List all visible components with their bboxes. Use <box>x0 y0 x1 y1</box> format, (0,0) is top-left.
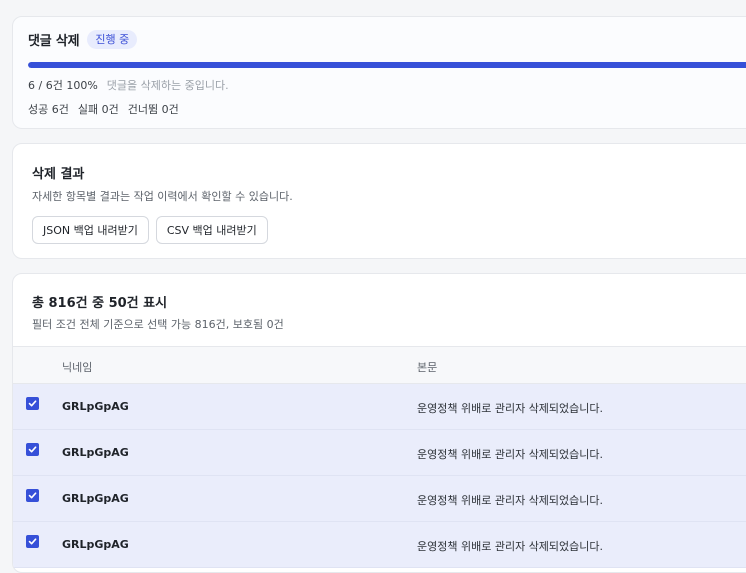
table-description: 필터 조건 전체 기준으로 선택 가능 816건, 보호됨 0건 <box>32 318 284 331</box>
table-title: 총 816건 중 50건 표시 <box>32 296 168 311</box>
row-nickname: GRLpGpAG <box>62 446 129 459</box>
progress-title: 댓글 삭제 <box>28 34 80 49</box>
failure-count: 실패 0건 <box>77 103 119 116</box>
download-buttons: JSON 백업 내려받기 CSV 백업 내려받기 <box>32 216 268 244</box>
row-nickname: GRLpGpAG <box>62 538 129 551</box>
row-nickname: GRLpGpAG <box>62 492 129 505</box>
success-count: 성공 6건 <box>28 103 69 116</box>
table-row[interactable]: GRLpGpAG 운영정책 위배로 관리자 삭제되었습니다. <box>13 476 746 522</box>
row-body: 운영정책 위배로 관리자 삭제되었습니다. <box>417 540 604 553</box>
table-row[interactable]: GRLpGpAG 운영정책 위배로 관리자 삭제되었습니다. <box>13 384 746 430</box>
row-body: 운영정책 위배로 관리자 삭제되었습니다. <box>417 494 604 507</box>
delete-progress-card: 댓글 삭제 진행 중 6 / 6건 100% 댓글을 삭제하는 중입니다. 성공… <box>12 16 746 129</box>
progress-bar <box>28 62 746 68</box>
table-row[interactable]: GRLpGpAG 운영정책 위배로 관리자 삭제되었습니다. <box>13 522 746 568</box>
row-body: 운영정책 위배로 관리자 삭제되었습니다. <box>417 402 604 415</box>
progress-bar-fill <box>28 62 746 68</box>
row-body: 운영정책 위배로 관리자 삭제되었습니다. <box>417 448 604 461</box>
table-row[interactable]: GRLpGpAG 운영정책 위배로 관리자 삭제되었습니다. <box>13 430 746 476</box>
progress-percent: 100% <box>66 79 98 92</box>
delete-result-card: 삭제 결과 자세한 항목별 결과는 작업 이력에서 확인할 수 있습니다. JS… <box>12 143 746 259</box>
progress-header: 댓글 삭제 진행 중 <box>28 30 138 49</box>
comment-table-card: 총 816건 중 50건 표시 필터 조건 전체 기준으로 선택 가능 816건… <box>12 273 746 573</box>
result-description: 자세한 항목별 결과는 작업 이력에서 확인할 수 있습니다. <box>32 190 293 203</box>
checkbox-checked-icon[interactable] <box>26 443 39 456</box>
csv-backup-download-button[interactable]: CSV 백업 내려받기 <box>155 216 268 244</box>
result-title: 삭제 결과 <box>32 167 85 182</box>
progress-counts: 성공 6건 실패 0건 건너뜀 0건 <box>28 101 179 117</box>
checkbox-checked-icon[interactable] <box>26 535 39 548</box>
table-header: 닉네임 본문 <box>13 346 746 384</box>
json-backup-download-button[interactable]: JSON 백업 내려받기 <box>32 216 149 244</box>
checkbox-checked-icon[interactable] <box>26 397 39 410</box>
progress-status-text: 댓글을 삭제하는 중입니다. <box>106 79 229 92</box>
table-body: GRLpGpAG 운영정책 위배로 관리자 삭제되었습니다. GRLpGpAG … <box>13 384 746 568</box>
column-header-nickname: 닉네임 <box>62 361 93 374</box>
checkbox-checked-icon[interactable] <box>26 489 39 502</box>
row-nickname: GRLpGpAG <box>62 400 129 413</box>
progress-stats: 6 / 6건 100% 댓글을 삭제하는 중입니다. <box>28 77 229 93</box>
skipped-count: 건너뜀 0건 <box>127 103 179 116</box>
status-badge: 진행 중 <box>87 30 138 49</box>
column-header-body: 본문 <box>417 361 438 374</box>
progress-count: 6 / 6건 <box>28 79 63 92</box>
